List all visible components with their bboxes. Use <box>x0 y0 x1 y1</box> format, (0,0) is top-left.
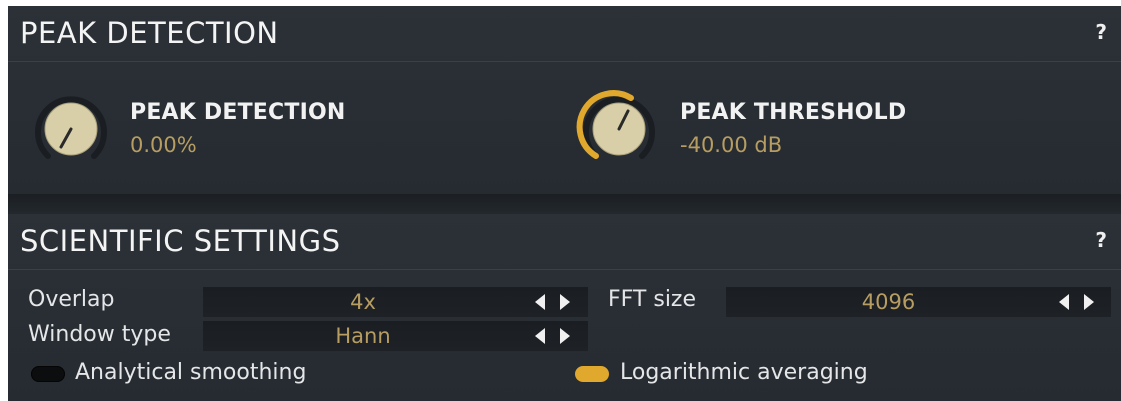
peak-detection-value: 0.00% <box>130 133 197 157</box>
scientific-settings-title: SCIENTIFIC SETTINGS <box>20 224 341 258</box>
fft-size-value: 4096 <box>861 290 916 314</box>
peak-detection-label: PEAK DETECTION <box>130 100 346 125</box>
logarithmic-averaging-toggle[interactable] <box>575 366 609 382</box>
fft-size-selector[interactable]: 4096 <box>726 287 1111 317</box>
overlap-selector[interactable]: 4x <box>203 287 588 317</box>
fft-size-label: FFT size <box>608 287 697 312</box>
help-icon[interactable]: ? <box>1095 228 1107 252</box>
window-type-value: Hann <box>335 324 391 348</box>
logarithmic-averaging-label[interactable]: Logarithmic averaging <box>620 360 868 385</box>
scientific-settings-panel: SCIENTIFIC SETTINGS ? Overlap 4x FFT siz… <box>8 214 1121 401</box>
previous-arrow-icon[interactable] <box>535 328 545 344</box>
analytical-smoothing-label[interactable]: Analytical smoothing <box>75 360 306 385</box>
window-type-selector[interactable]: Hann <box>203 321 588 351</box>
peak-threshold-value: -40.00 dB <box>680 133 783 157</box>
overlap-value: 4x <box>350 290 376 314</box>
peak-threshold-knob[interactable] <box>574 84 664 174</box>
section-divider <box>8 194 1121 214</box>
overlap-label: Overlap <box>28 287 115 312</box>
next-arrow-icon[interactable] <box>560 328 570 344</box>
peak-detection-header: PEAK DETECTION ? <box>8 6 1121 62</box>
knob-icon <box>35 96 107 159</box>
peak-detection-panel: PEAK DETECTION ? PEAK DETECTION 0.00% PE… <box>8 6 1121 194</box>
next-arrow-icon[interactable] <box>1084 294 1094 310</box>
analytical-smoothing-toggle[interactable] <box>31 366 65 382</box>
peak-threshold-label: PEAK THRESHOLD <box>680 100 907 125</box>
peak-detection-title: PEAK DETECTION <box>20 16 279 50</box>
peak-detection-knob[interactable] <box>26 84 116 174</box>
previous-arrow-icon[interactable] <box>535 294 545 310</box>
scientific-settings-header: SCIENTIFIC SETTINGS ? <box>8 214 1121 270</box>
window-type-label: Window type <box>28 322 171 347</box>
previous-arrow-icon[interactable] <box>1059 294 1069 310</box>
next-arrow-icon[interactable] <box>560 294 570 310</box>
knob-icon <box>576 90 655 159</box>
help-icon[interactable]: ? <box>1095 20 1107 44</box>
